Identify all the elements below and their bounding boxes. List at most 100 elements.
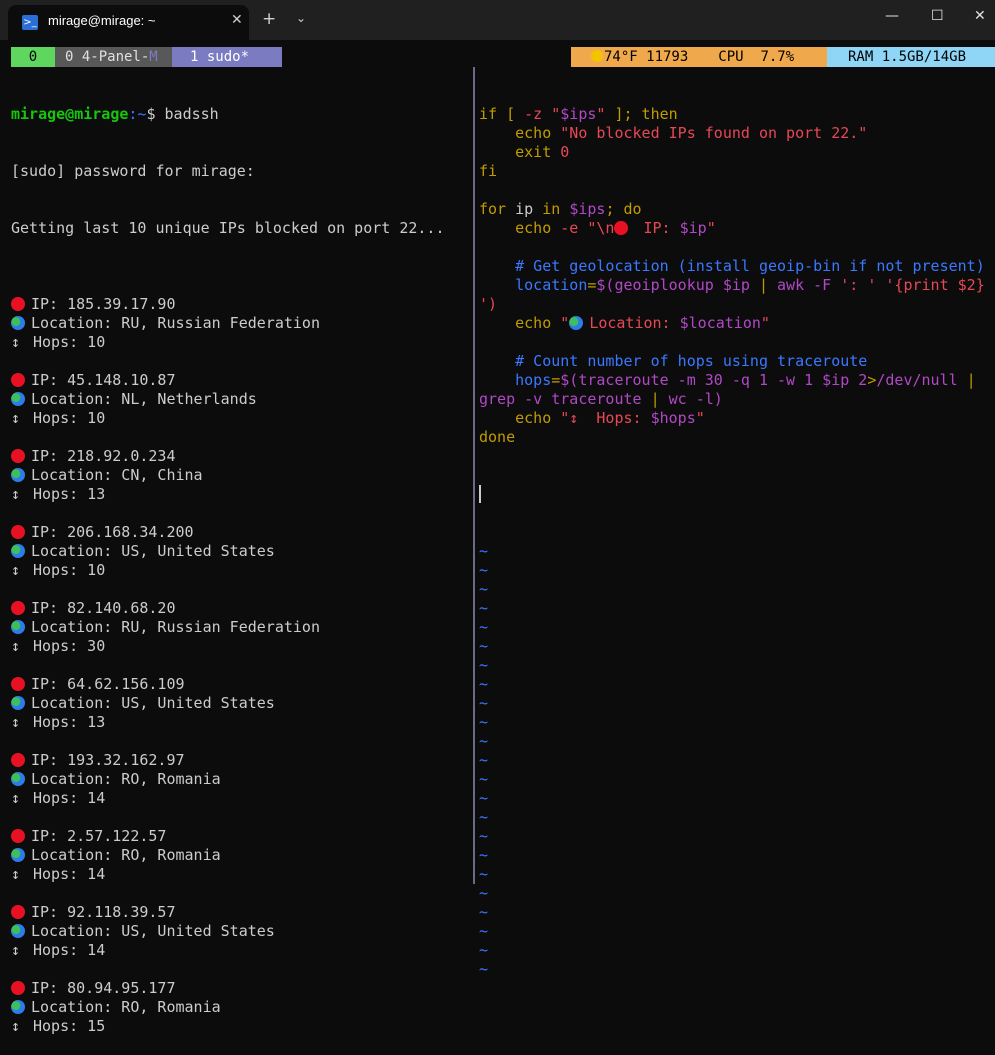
code-token: "↕ Hops: (560, 409, 651, 427)
globe-icon (11, 468, 25, 482)
ip-line: IP: 185.39.17.90 (11, 295, 471, 314)
ip-line: IP: 64.62.156.109 (11, 675, 471, 694)
code-token: grep -v traceroute (479, 390, 651, 408)
ip-list: IP: 185.39.17.90 Location: RU, Russian Fe… (11, 276, 471, 1036)
tilde-line: ~ (479, 618, 489, 636)
hops-line: ↕ Hops: 10 (11, 333, 106, 351)
maximize-button[interactable]: ☐ (931, 8, 944, 24)
tilde-line: ~ (479, 713, 489, 731)
code-token: echo (479, 124, 561, 142)
code-token: | (758, 276, 778, 294)
left-pane[interactable]: mirage@mirage:~$ badssh [sudo] password … (11, 67, 471, 1035)
code-token: Location: (589, 314, 680, 332)
ip-line: IP: 82.140.68.20 (11, 599, 471, 618)
red-circle-icon (11, 601, 25, 615)
status-weather-cpu: 74°F 11793 CPU 7.7% (571, 47, 827, 67)
location-line: Location: US, United States (11, 694, 471, 713)
code-token: $(traceroute -m 30 -q 1 -w 1 $ip 2 (560, 371, 868, 389)
tilde-line: ~ (479, 941, 489, 959)
globe-icon (11, 316, 25, 330)
status-ram: RAM 1.5GB/14GB (827, 47, 995, 67)
hops-line: ↕ Hops: 13 (11, 713, 106, 731)
code-token: echo (479, 409, 561, 427)
empty-lines: ~ ~ ~ ~ ~ ~ ~ ~ ~ ~ ~ ~ ~ ~ ~ ~ ~ ~ ~ ~ ~ ~ ~ (479, 542, 989, 979)
code-token: echo (479, 314, 561, 332)
right-pane-vim[interactable]: if [ -z "$ips" ]; then echo "No blocked … (479, 67, 989, 978)
code-line: echo "↕ Hops: $hops" (479, 409, 989, 428)
hops-line: ↕ Hops: 10 (11, 561, 106, 579)
window-2[interactable]: 1 sudo* (172, 47, 282, 67)
globe-icon (11, 544, 25, 558)
red-circle-icon (11, 373, 25, 387)
code-token: $hops (650, 409, 696, 427)
chevron-down-icon[interactable]: ⌄ (296, 11, 306, 25)
tilde-line: ~ (479, 542, 489, 560)
close-button[interactable]: ✕ (974, 8, 986, 24)
pane-divider[interactable] (473, 67, 475, 884)
ip-line: IP: 218.92.0.234 (11, 447, 471, 466)
ip-line: IP: 206.168.34.200 (11, 523, 471, 542)
updown-arrow-icon: ↕ (11, 485, 21, 503)
code-editor[interactable]: if [ -z "$ips" ]; then echo "No blocked … (479, 105, 989, 447)
tmux-status-bar: 0 0 4-Panel-M 1 sudo* 74°F 11793 CPU 7.7%… (0, 47, 995, 67)
window-1[interactable]: 0 4-Panel-M (55, 47, 172, 67)
code-token: $location (679, 314, 761, 332)
code-token: " (706, 219, 716, 237)
globe-icon (11, 924, 25, 938)
tilde-line: ~ (479, 865, 489, 883)
minimize-button[interactable]: — (885, 8, 899, 24)
code-line: done (479, 428, 989, 447)
code-line: # Count number of hops using traceroute (479, 352, 989, 371)
tab-terminal[interactable]: >_ mirage@mirage: ~ ✕ (8, 5, 249, 40)
hops-line: ↕ Hops: 14 (11, 865, 106, 883)
code-token: -z (524, 105, 552, 123)
code-line: echo "No blocked IPs found on port 22." (479, 124, 989, 143)
code-token: $ip (679, 219, 707, 237)
code-token: ': ' (840, 276, 877, 294)
window-0[interactable]: 0 (11, 47, 55, 67)
tilde-line: ~ (479, 561, 489, 579)
hops-line: ↕ Hops: 30 (11, 637, 106, 655)
tilde-line: ~ (479, 675, 489, 693)
hops-line: ↕ Hops: 14 (11, 941, 106, 959)
updown-arrow-icon: ↕ (11, 713, 21, 731)
code-token: | (650, 390, 669, 408)
code-token: = (551, 371, 561, 389)
code-line: location=$(geoiplookup $ip | awk -F ': '… (479, 276, 989, 295)
globe-icon (11, 772, 25, 786)
updown-arrow-icon: ↕ (11, 561, 21, 579)
code-token: IP: (634, 219, 680, 237)
updown-arrow-icon: ↕ (11, 941, 21, 959)
code-token: for (479, 200, 516, 218)
code-token: "\n (587, 219, 615, 237)
code-token: # Get geolocation (install geoip-bin if … (479, 257, 985, 275)
tilde-line: ~ (479, 599, 489, 617)
code-token: echo (479, 219, 561, 237)
code-token: " (551, 105, 561, 123)
code-token: " (560, 314, 570, 332)
new-tab-button[interactable]: + (262, 9, 276, 29)
intro-line: Getting last 10 unique IPs blocked on po… (11, 219, 445, 237)
location-line: Location: RO, Romania (11, 998, 471, 1017)
code-token: /dev/null (876, 371, 967, 389)
cursor-line (479, 485, 989, 504)
tilde-line: ~ (479, 637, 489, 655)
code-token: fi (479, 162, 498, 180)
tilde-line: ~ (479, 694, 489, 712)
code-token: # Count number of hops using traceroute (479, 352, 868, 370)
red-circle-icon (614, 221, 629, 235)
code-token: $ips (569, 200, 606, 218)
globe-icon (569, 316, 584, 330)
tilde-line: ~ (479, 770, 489, 788)
tilde-line: ~ (479, 732, 489, 750)
tab-close-icon[interactable]: ✕ (231, 12, 243, 28)
